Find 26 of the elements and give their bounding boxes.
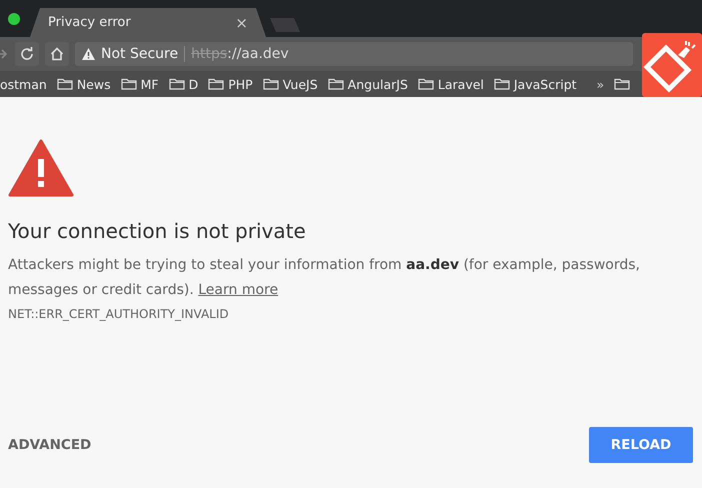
error-message: Attackers might be trying to steal your information from aa.dev (for example, passwords, messages or credit cards). Learn more <box>8 256 641 300</box>
reload-button[interactable]: RELOAD <box>589 427 693 463</box>
reload-icon[interactable] <box>15 42 39 66</box>
bookmark-item[interactable]: MF <box>120 76 159 92</box>
bookmarks-overflow-button[interactable]: » <box>596 76 604 92</box>
bookmark-item[interactable]: D <box>168 76 198 92</box>
warning-icon <box>82 48 95 60</box>
browser-tab[interactable]: Privacy error × <box>30 8 266 37</box>
extension-icon[interactable] <box>642 33 702 97</box>
bookmark-item[interactable]: AngularJS <box>328 76 408 92</box>
learn-more-link[interactable]: Learn more <box>198 282 278 298</box>
bookmark-item[interactable]: News <box>56 76 111 92</box>
home-icon[interactable] <box>45 42 69 66</box>
error-code: NET::ERR_CERT_AUTHORITY_INVALID <box>8 307 230 321</box>
close-tab-button[interactable]: × <box>235 14 248 32</box>
tab-title: Privacy error <box>48 15 131 30</box>
warning-icon <box>8 139 74 197</box>
bookmark-item[interactable]: Laravel <box>418 76 484 92</box>
advanced-button[interactable]: ADVANCED <box>8 437 92 453</box>
bookmark-item[interactable]: ostman <box>0 76 47 92</box>
bookmark-item[interactable]: JavaScript <box>494 76 577 92</box>
window-button[interactable] <box>8 13 20 25</box>
bookmark-item[interactable]: VueJS <box>262 76 318 92</box>
bookmark-item[interactable]: PHP <box>208 76 253 92</box>
error-heading: Your connection is not private <box>8 219 307 243</box>
security-label: Not Secure <box>101 46 178 62</box>
